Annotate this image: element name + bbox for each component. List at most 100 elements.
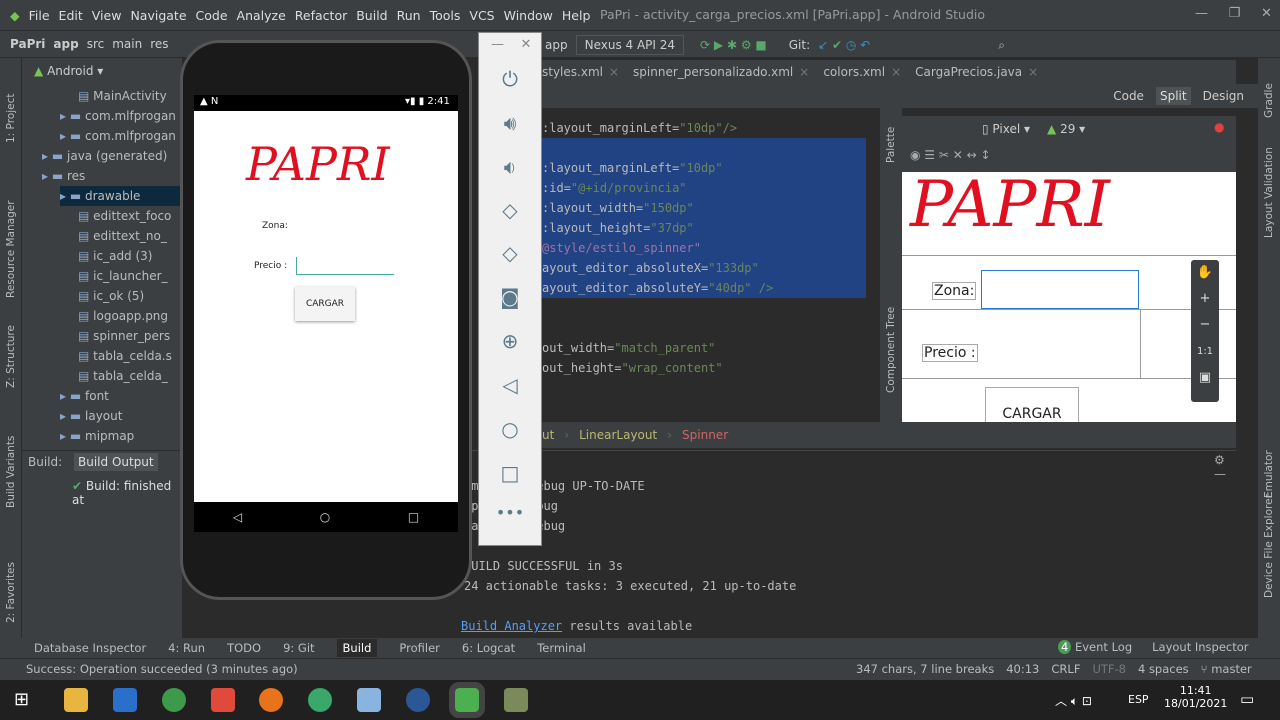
menu-tools[interactable]: Tools bbox=[430, 8, 461, 23]
input-language[interactable]: ESP bbox=[1128, 693, 1149, 706]
menu-vcs[interactable]: VCS bbox=[469, 8, 494, 23]
clock[interactable]: 11:41 18/01/2021 bbox=[1164, 684, 1227, 710]
tree-item[interactable]: ▤ logoapp.png bbox=[78, 306, 168, 326]
editor-tab[interactable]: colors.xml bbox=[823, 65, 885, 79]
event-log-button[interactable]: 4 Event Log bbox=[1058, 640, 1132, 654]
tree-item[interactable]: ▤ edittext_foco bbox=[78, 206, 171, 226]
android-studio-icon[interactable] bbox=[449, 682, 485, 718]
volume-up-icon[interactable]: 🔊︎ bbox=[479, 111, 541, 135]
run-config-select[interactable]: app bbox=[545, 38, 568, 52]
palette-tab[interactable]: Palette bbox=[885, 127, 897, 163]
tool-window-0[interactable]: 1: Project bbox=[5, 94, 17, 143]
tool-window-right-1[interactable]: Layout Validation bbox=[1263, 147, 1275, 238]
breadcrumb-item[interactable]: res bbox=[150, 37, 168, 51]
menu-edit[interactable]: Edit bbox=[59, 8, 83, 23]
bottom-tool-0[interactable]: Database Inspector bbox=[34, 641, 146, 655]
tab-build-output[interactable]: Build Output bbox=[74, 453, 158, 471]
tree-item[interactable]: ▸ ▬ font bbox=[60, 386, 109, 406]
phone-nav-bar[interactable]: ◁ ○ □ bbox=[194, 502, 458, 532]
bottom-tool-6[interactable]: 6: Logcat bbox=[462, 641, 515, 655]
indent[interactable]: 4 spaces bbox=[1138, 662, 1189, 676]
cargar-button[interactable]: CARGAR bbox=[295, 287, 355, 321]
tree-item[interactable]: ▸ ▬ res bbox=[42, 166, 85, 186]
build-tree-item[interactable]: ✔ Build: finished at bbox=[72, 479, 182, 507]
overview-icon[interactable]: □ bbox=[479, 461, 541, 485]
git-icon[interactable] bbox=[211, 688, 235, 712]
status-message[interactable]: Success: Operation succeeded (3 minutes … bbox=[26, 662, 298, 676]
tree-item[interactable]: ▸ ▬ com.mlfprogan bbox=[60, 106, 176, 126]
bottom-tool-4[interactable]: Build bbox=[336, 639, 378, 657]
code-breadcrumb-item[interactable]: ut bbox=[542, 428, 554, 442]
design-spinner[interactable] bbox=[981, 270, 1139, 309]
build-analyzer-link[interactable]: Build Analyzer bbox=[461, 619, 562, 633]
bottom-tool-1[interactable]: 4: Run bbox=[168, 641, 205, 655]
tree-item[interactable]: ▸ ▬ layout bbox=[60, 406, 122, 426]
breadcrumb-item[interactable]: src bbox=[87, 37, 105, 51]
atom-icon[interactable] bbox=[308, 688, 332, 712]
tree-item[interactable]: ▤ tabla_celda.s bbox=[78, 346, 172, 366]
tree-item[interactable]: ▤ ic_ok (5) bbox=[78, 286, 144, 306]
api-select[interactable]: ▲ 29 ▾ bbox=[1047, 122, 1085, 136]
tree-item[interactable]: ▸ ▬ com.mlfprogan bbox=[60, 126, 176, 146]
menu-code[interactable]: Code bbox=[196, 8, 228, 23]
tree-item[interactable]: ▤ spinner_pers bbox=[78, 326, 170, 346]
bottom-tool-3[interactable]: 9: Git bbox=[283, 641, 314, 655]
bottom-tool-5[interactable]: Profiler bbox=[399, 641, 440, 655]
zoom-controls[interactable]: ✋ + −1:1 ▣ bbox=[1191, 260, 1219, 402]
tree-item[interactable]: ▤ MainActivity bbox=[78, 86, 167, 106]
code-breadcrumb-item[interactable]: Spinner bbox=[682, 428, 728, 442]
menu-navigate[interactable]: Navigate bbox=[130, 8, 186, 23]
tree-item[interactable]: ▸ ▬ mipmap bbox=[60, 426, 134, 446]
file-explorer-icon[interactable] bbox=[64, 688, 88, 712]
encoding[interactable]: UTF-8 bbox=[1092, 662, 1126, 676]
close-tab-icon[interactable]: × bbox=[1028, 65, 1038, 79]
build-settings-icon[interactable]: ⚙ — bbox=[1214, 453, 1236, 481]
device-select[interactable]: Nexus 4 API 24 bbox=[575, 35, 685, 55]
line-ending[interactable]: CRLF bbox=[1051, 662, 1080, 676]
outlook-icon[interactable] bbox=[113, 688, 137, 712]
tool-window-2[interactable]: Z: Structure bbox=[5, 325, 17, 388]
tree-item[interactable]: ▤ ic_launcher_ bbox=[78, 266, 168, 286]
rotate-left-icon[interactable]: ◇ bbox=[479, 198, 541, 222]
chrome-icon[interactable] bbox=[162, 688, 186, 712]
search-icon[interactable]: ⌕ bbox=[998, 38, 1005, 53]
close-tab-icon[interactable]: × bbox=[799, 65, 809, 79]
window-controls[interactable]: — ❐ ✕ bbox=[1195, 6, 1272, 21]
error-icon[interactable]: ● bbox=[1214, 120, 1224, 134]
code-breadcrumb-item[interactable]: LinearLayout bbox=[579, 428, 657, 442]
tray-icons[interactable]: ︿ 🔈︎ ⊡ bbox=[1055, 692, 1092, 709]
design-preview[interactable]: PAPRI Zona: Precio : CARGAR bbox=[902, 172, 1236, 422]
word-icon[interactable] bbox=[406, 688, 430, 712]
component-tree-tab[interactable]: Component Tree bbox=[885, 307, 897, 393]
tool-window-right-3[interactable]: Device File Explorer bbox=[1263, 494, 1275, 598]
windows-start-icon[interactable]: ⊞ bbox=[14, 689, 29, 710]
more-icon[interactable]: ••• bbox=[479, 503, 541, 522]
close-tab-icon[interactable]: × bbox=[891, 65, 901, 79]
editor-scrollbar[interactable] bbox=[866, 108, 880, 420]
power-icon[interactable]: ⏻ bbox=[479, 67, 541, 91]
app-icon[interactable] bbox=[357, 688, 381, 712]
bottom-tool-2[interactable]: TODO bbox=[227, 641, 261, 655]
bottom-tool-7[interactable]: Terminal bbox=[537, 641, 586, 655]
project-view-select[interactable]: Android bbox=[47, 64, 93, 78]
view-mode-design[interactable]: Design bbox=[1203, 89, 1244, 103]
view-mode-code[interactable]: Code bbox=[1113, 89, 1144, 103]
tool-window-3[interactable]: Build Variants bbox=[5, 436, 17, 508]
breadcrumb-item[interactable]: app bbox=[53, 37, 78, 51]
menu-help[interactable]: Help bbox=[562, 8, 591, 23]
design-toolbar-icons[interactable]: ◉ ☰ ✂ ✕ ↔ ↕ bbox=[910, 148, 991, 162]
firefox-icon[interactable] bbox=[259, 688, 283, 712]
view-mode-split[interactable]: Split bbox=[1155, 87, 1191, 105]
camera-icon[interactable]: ◙ bbox=[479, 285, 541, 309]
tree-item[interactable]: ▤ tabla_celda_ bbox=[78, 366, 168, 386]
menu-view[interactable]: View bbox=[92, 8, 122, 23]
menu-window[interactable]: Window bbox=[504, 8, 553, 23]
back-icon[interactable]: ◁ bbox=[479, 373, 541, 397]
run-icon[interactable]: ⟳ ▶ ✱ ⚙ ■ bbox=[700, 38, 767, 52]
tree-item[interactable]: ▤ ic_add (3) bbox=[78, 246, 153, 266]
editor-tab[interactable]: spinner_personalizado.xml bbox=[633, 65, 793, 79]
device-preview-select[interactable]: ▯ Pixel ▾ bbox=[982, 122, 1030, 136]
tree-item[interactable]: ▸ ▬ java (generated) bbox=[42, 146, 167, 166]
menu-run[interactable]: Run bbox=[397, 8, 421, 23]
tool-window-right-2[interactable]: Emulator bbox=[1263, 450, 1275, 498]
